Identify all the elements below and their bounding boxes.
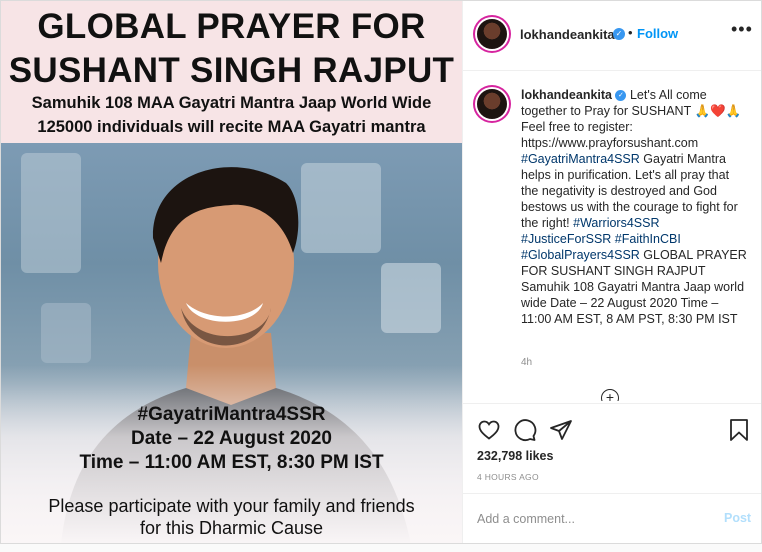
post-image[interactable]: GLOBAL PRAYER FOR SUSHANT SINGH RAJPUT S… — [1, 1, 462, 543]
image-hashtag: #GayatriMantra4SSR — [137, 404, 326, 425]
follow-button[interactable]: Follow — [637, 26, 678, 41]
share-direct-icon[interactable] — [549, 418, 573, 442]
like-heart-icon[interactable] — [477, 418, 501, 442]
image-headline-line1: GLOBAL PRAYER FOR — [37, 7, 426, 46]
hashtag-link[interactable]: #Warriors4SSR — [573, 216, 659, 230]
post-comment-button[interactable]: Post — [724, 511, 751, 525]
save-bookmark-icon[interactable] — [728, 418, 750, 442]
comment-input[interactable] — [475, 508, 709, 530]
load-more-comments-icon[interactable]: + — [601, 389, 619, 401]
image-subhead-line1: Samuhik 108 MAA Gayatri Mantra Jaap Worl… — [31, 94, 432, 112]
comments-area[interactable]: lokhandeankita ✓ Let's All come together… — [463, 71, 761, 401]
instagram-post: GLOBAL PRAYER FOR SUSHANT SINGH RAJPUT S… — [0, 0, 762, 544]
image-headline-line2: SUSHANT SINGH RAJPUT — [8, 51, 455, 90]
image-subhead-line2: 125000 individuals will recite MAA Gayat… — [37, 118, 426, 136]
image-date: Date – 22 August 2020 — [131, 428, 332, 449]
hashtag-link[interactable]: #GlobalPrayers4SSR — [521, 248, 640, 262]
post-header: lokhandeankita ✓ • Follow ••• — [463, 1, 761, 71]
image-invite-line2: for this Dharmic Cause — [139, 518, 324, 538]
image-invite-line1: Please participate with your family and … — [48, 496, 415, 516]
like-count[interactable]: 232,798 likes — [477, 449, 553, 463]
post-side-panel: lokhandeankita ✓ • Follow ••• lokhandean… — [462, 1, 761, 543]
verified-badge-icon: ✓ — [615, 90, 627, 102]
caption-username[interactable]: lokhandeankita — [521, 88, 612, 102]
post-actions: 232,798 likes 4 HOURS AGO — [463, 403, 761, 493]
header-username[interactable]: lokhandeankita — [520, 27, 615, 42]
comment-icon[interactable] — [513, 418, 537, 442]
page-background — [0, 544, 762, 552]
verified-badge-icon: ✓ — [613, 28, 625, 40]
portrait-photo — [1, 143, 462, 543]
caption-text: lokhandeankita ✓ Let's All come together… — [521, 87, 747, 327]
hashtag-link[interactable]: #GayatriMantra4SSR — [521, 152, 640, 166]
image-time: Time – 11:00 AM EST, 8:30 PM IST — [79, 452, 384, 473]
avatar[interactable] — [477, 19, 507, 49]
caption-avatar[interactable] — [477, 89, 507, 119]
add-comment-bar: Post — [463, 493, 761, 543]
post-date[interactable]: 4 HOURS AGO — [477, 472, 539, 482]
hashtag-link[interactable]: #JusticeForSSR — [521, 232, 611, 246]
separator-dot: • — [628, 25, 633, 40]
hashtag-link[interactable]: #FaithInCBI — [615, 232, 681, 246]
more-options-icon[interactable]: ••• — [731, 19, 753, 40]
caption-timestamp[interactable]: 4h — [521, 357, 532, 368]
